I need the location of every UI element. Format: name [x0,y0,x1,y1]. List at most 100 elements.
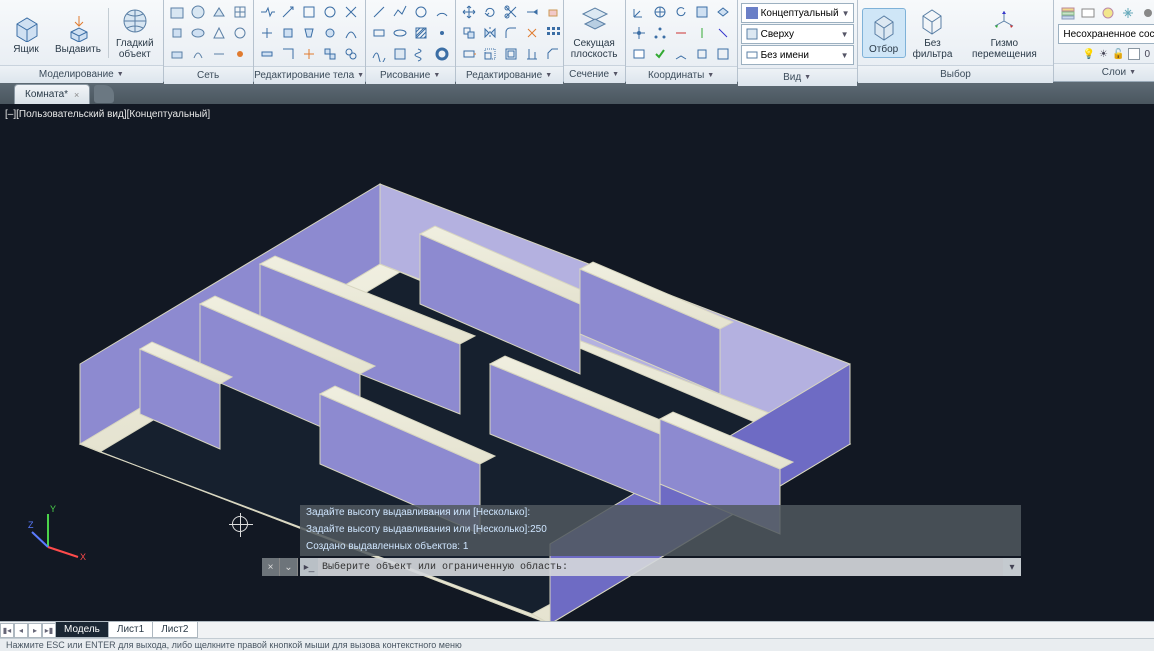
command-input[interactable] [318,562,1003,573]
solidedit-tool-icon[interactable] [300,44,319,63]
solidedit-tool-icon[interactable] [342,2,361,21]
visual-style-combo[interactable]: Концептуальный▼ [741,3,854,23]
cmd-close-icon[interactable]: × [262,558,280,576]
ucs-view-icon[interactable] [714,2,733,21]
donut-icon[interactable] [433,44,452,63]
solidedit-tool-icon[interactable] [342,44,361,63]
erase-icon[interactable] [544,2,563,21]
extrude-button[interactable]: Выдавить [50,8,106,58]
mirror-icon[interactable] [481,23,500,42]
solidedit-tool-icon[interactable] [279,44,298,63]
ellipse-icon[interactable] [391,23,410,42]
mesh-tool-icon[interactable] [210,23,229,42]
layer-off-icon[interactable] [1138,3,1154,22]
model-viewport[interactable]: [–][Пользовательский вид][Концептуальный… [0,104,1154,622]
cmd-dropdown-icon[interactable]: ▾ [1003,558,1021,576]
polyline-icon[interactable] [391,2,410,21]
move-gizmo-button[interactable]: Гизмо перемещения [959,2,1049,63]
view-named-combo[interactable]: Без имени▼ [741,45,854,65]
explode-icon[interactable] [523,23,542,42]
offset-icon[interactable] [502,44,521,63]
view-top-combo[interactable]: Сверху▼ [741,24,854,44]
solidedit-tool-icon[interactable] [279,2,298,21]
hatch-icon[interactable] [412,23,431,42]
tab-first-icon[interactable]: ▮◂ [0,623,14,638]
spline-icon[interactable] [370,44,389,63]
smooth-object-button[interactable]: Гладкий объект [111,2,159,63]
solidedit-tool-icon[interactable] [342,23,361,42]
mesh-tool-icon[interactable] [168,44,187,63]
ucs-icon4[interactable] [714,44,733,63]
fillet-icon[interactable] [502,23,521,42]
solidedit-tool-icon[interactable] [321,23,340,42]
ucs-world-icon[interactable] [651,2,670,21]
no-filter-button[interactable]: Без фильтра [908,2,958,63]
scale-icon[interactable] [481,44,500,63]
extend-icon[interactable] [523,2,542,21]
move-icon[interactable] [460,2,479,21]
mesh-tool-icon[interactable] [189,44,208,63]
rectangle-icon[interactable] [370,23,389,42]
ucs-origin-icon[interactable] [630,23,649,42]
ucs-apply-icon[interactable] [651,44,670,63]
layer-iso-icon[interactable] [1098,3,1117,22]
ucs-x-icon[interactable] [672,23,691,42]
ucs-prev-icon[interactable] [672,2,691,21]
rotate-icon[interactable] [481,2,500,21]
point-icon[interactable] [433,23,452,42]
ucs-icon2[interactable] [672,44,691,63]
mesh-tool-icon[interactable] [189,23,208,42]
ucs-icon3[interactable] [693,44,712,63]
mesh-tool-icon[interactable] [231,23,250,42]
filter-off-button[interactable]: Отбор [862,8,906,58]
ucs-named-icon[interactable] [630,44,649,63]
region-icon[interactable] [391,44,410,63]
circle-icon[interactable] [412,2,431,21]
trim-icon[interactable] [502,2,521,21]
arc-icon[interactable] [433,2,452,21]
layer-props-icon[interactable] [1058,3,1077,22]
layout-tab-sheet1[interactable]: Лист1 [108,622,153,638]
array-icon[interactable] [544,23,563,42]
box-button[interactable]: Ящик [4,8,48,58]
stretch-icon[interactable] [460,44,479,63]
ucs-icon[interactable] [630,2,649,21]
mesh-tool-icon[interactable] [189,2,208,21]
copy-icon[interactable] [460,23,479,42]
layer-state-icon[interactable] [1078,3,1097,22]
mesh-tool-icon[interactable] [231,44,250,63]
mesh-tool-icon[interactable] [210,2,229,21]
solidedit-tool-icon[interactable] [300,23,319,42]
close-tab-icon[interactable]: × [74,90,79,100]
solidedit-tool-icon[interactable] [258,44,277,63]
ucs-3point-icon[interactable] [651,23,670,42]
solidedit-tool-icon[interactable] [321,2,340,21]
section-plane-button[interactable]: Секущая плоскость [568,2,621,63]
layout-tab-model[interactable]: Модель [55,622,109,638]
align-icon[interactable] [523,44,542,63]
tab-last-icon[interactable]: ▸▮ [42,623,56,638]
tab-next-icon[interactable]: ▸ [28,623,42,638]
solidedit-tool-icon[interactable] [258,23,277,42]
color-swatch[interactable] [1128,48,1140,60]
line-icon[interactable] [370,2,389,21]
ucs-z-icon[interactable] [714,23,733,42]
layer-freeze-icon[interactable] [1118,3,1137,22]
solidedit-tool-icon[interactable] [258,2,277,21]
new-tab-button[interactable] [94,85,114,103]
cmd-opts-icon[interactable]: ⌄ [280,558,298,576]
solidedit-tool-icon[interactable] [321,44,340,63]
helix-icon[interactable] [412,44,431,63]
tab-prev-icon[interactable]: ◂ [14,623,28,638]
ucs-face-icon[interactable] [693,2,712,21]
layer-state-combo[interactable]: Несохраненное состояние л [1058,24,1154,44]
solidedit-tool-icon[interactable] [300,2,319,21]
file-tab-active[interactable]: Комната* × [14,84,90,104]
layout-tab-sheet2[interactable]: Лист2 [152,622,197,638]
mesh-tool-icon[interactable] [168,23,187,42]
mesh-tool-icon[interactable] [231,2,250,21]
chamfer-icon[interactable] [544,44,563,63]
ucs-y-icon[interactable] [693,23,712,42]
mesh-tool-icon[interactable] [210,44,229,63]
solidedit-tool-icon[interactable] [279,23,298,42]
